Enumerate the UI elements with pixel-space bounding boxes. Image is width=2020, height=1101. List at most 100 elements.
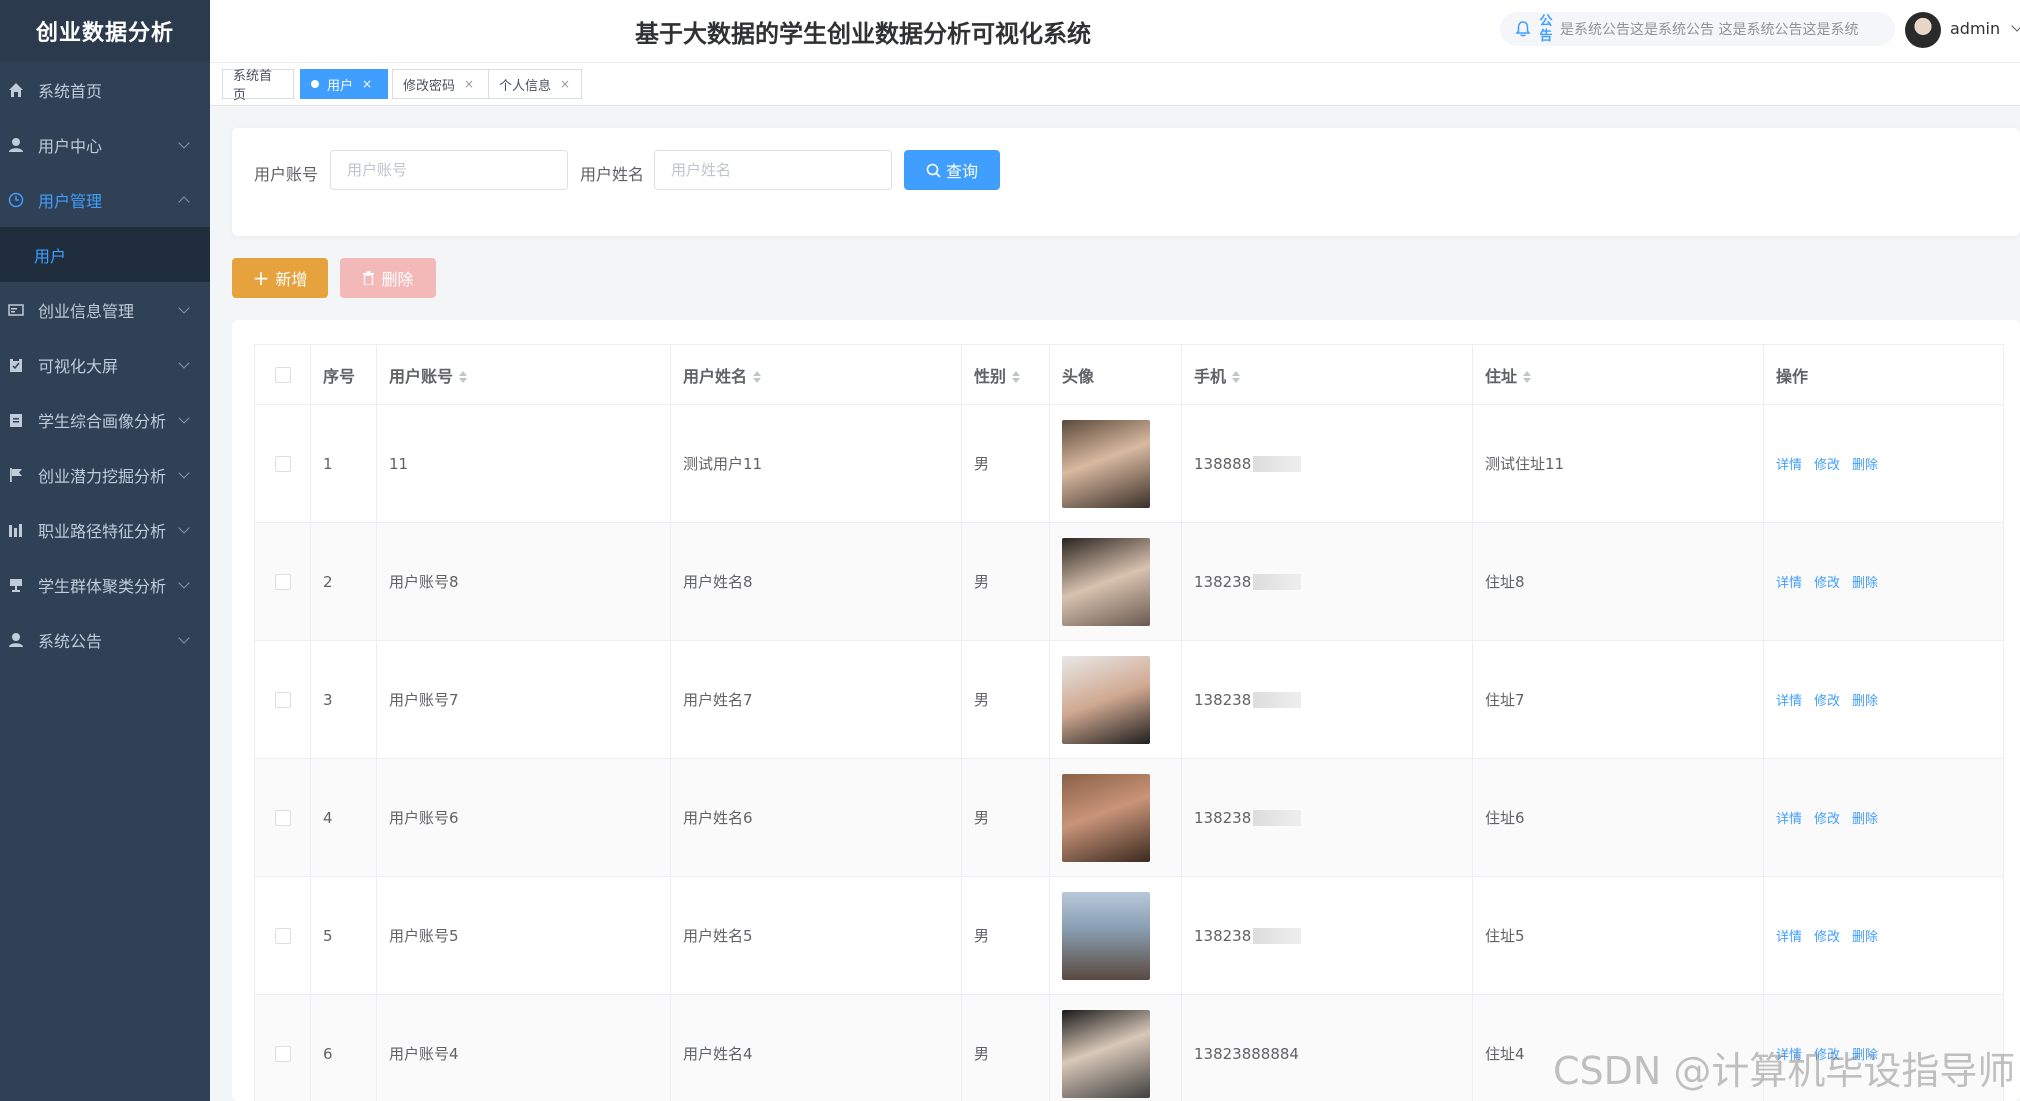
- detail-link[interactable]: 详情: [1776, 812, 1802, 827]
- cell-index: 2: [310, 522, 377, 641]
- user-photo[interactable]: [1062, 891, 1150, 980]
- add-button[interactable]: + 新增: [232, 258, 328, 298]
- sidebar-item-venture-potential[interactable]: 创业潜力挖掘分析: [0, 447, 210, 502]
- sidebar-item-label: 系统首页: [38, 81, 103, 101]
- delete-link[interactable]: 删除: [1852, 694, 1878, 709]
- cell-ops: 详情 修改 删除: [1763, 876, 2004, 995]
- delete-link[interactable]: 删除: [1852, 458, 1878, 473]
- close-icon[interactable]: ×: [464, 77, 474, 91]
- row-checkbox[interactable]: [274, 691, 291, 708]
- user-icon: [8, 632, 24, 648]
- table-row[interactable]: 4 用户账号6 用户姓名6 男 138238 住址6 详情 修改 删除: [254, 758, 2004, 877]
- tab-home[interactable]: 系统首页: [222, 69, 294, 103]
- blur-mask: [1253, 574, 1302, 590]
- header-phone[interactable]: 手机: [1181, 344, 1473, 405]
- table-row[interactable]: 3 用户账号7 用户姓名7 男 138238 住址7 详情 修改 删除: [254, 640, 2004, 759]
- active-dot-icon: [311, 80, 319, 88]
- cell-account: 用户账号7: [376, 640, 671, 759]
- header-label: 操作: [1776, 366, 1809, 386]
- delete-link[interactable]: 删除: [1852, 930, 1878, 945]
- user-photo[interactable]: [1062, 537, 1150, 626]
- edit-link[interactable]: 修改: [1814, 576, 1840, 591]
- user-photo[interactable]: [1062, 419, 1150, 508]
- row-select-cell[interactable]: [254, 640, 311, 759]
- row-checkbox[interactable]: [274, 927, 291, 944]
- row-checkbox[interactable]: [274, 1045, 291, 1062]
- table-row[interactable]: 5 用户账号5 用户姓名5 男 138238 住址5 详情 修改 删除: [254, 876, 2004, 995]
- row-select-cell[interactable]: [254, 404, 311, 523]
- user-photo[interactable]: [1062, 773, 1150, 862]
- sort-icon[interactable]: [459, 371, 468, 383]
- sidebar-item-venture-info[interactable]: 创业信息管理: [0, 282, 210, 337]
- user-table: 序号 用户账号 用户姓名 性别 头像 手机 住址 操作 1 11 测试用户11 男 13…: [254, 344, 2004, 1101]
- detail-link[interactable]: 详情: [1776, 576, 1802, 591]
- select-all-cell[interactable]: [254, 344, 311, 405]
- cell-address: 住址8: [1472, 522, 1764, 641]
- row-select-cell[interactable]: [254, 522, 311, 641]
- table-row[interactable]: 1 11 测试用户11 男 138888 测试住址11 详情 修改 删除: [254, 404, 2004, 523]
- cell-name: 用户姓名5: [670, 876, 962, 995]
- delete-link[interactable]: 删除: [1852, 812, 1878, 827]
- notice-label: 公告: [1539, 14, 1553, 44]
- close-icon[interactable]: ×: [560, 77, 570, 91]
- sidebar-item-label: 职业路径特征分析: [38, 521, 167, 541]
- row-checkbox[interactable]: [274, 809, 291, 826]
- delete-button[interactable]: 删除: [340, 258, 436, 298]
- cell-index: 5: [310, 876, 377, 995]
- name-search-input[interactable]: [654, 150, 892, 190]
- row-checkbox[interactable]: [274, 455, 291, 472]
- query-button[interactable]: 查询: [904, 150, 1000, 190]
- tab-label: 系统首页: [233, 69, 273, 103]
- header-label: 用户账号: [389, 366, 454, 386]
- close-icon[interactable]: ×: [362, 77, 372, 91]
- header-gender[interactable]: 性别: [961, 344, 1050, 405]
- sidebar-item-group-clustering[interactable]: 学生群体聚类分析: [0, 557, 210, 612]
- cell-ops: 详情 修改 删除: [1763, 404, 2004, 523]
- detail-link[interactable]: 详情: [1776, 930, 1802, 945]
- delete-link[interactable]: 删除: [1852, 576, 1878, 591]
- cell-address: 测试住址11: [1472, 404, 1764, 523]
- chevron-down-icon[interactable]: [2011, 20, 2020, 32]
- cell-account: 11: [376, 404, 671, 523]
- sidebar-item-home[interactable]: 系统首页: [0, 62, 210, 117]
- detail-link[interactable]: 详情: [1776, 694, 1802, 709]
- sidebar-item-user-center[interactable]: 用户中心: [0, 117, 210, 172]
- sort-icon[interactable]: [1012, 371, 1021, 383]
- tab-profile[interactable]: 个人信息 ×: [488, 69, 582, 99]
- header-account[interactable]: 用户账号: [376, 344, 671, 405]
- sidebar-item-career-path[interactable]: 职业路径特征分析: [0, 502, 210, 557]
- edit-link[interactable]: 修改: [1814, 458, 1840, 473]
- header-name[interactable]: 用户姓名: [670, 344, 962, 405]
- cell-phone: 138238: [1181, 876, 1473, 995]
- cell-gender: 男: [961, 404, 1050, 523]
- sidebar-item-dashboard[interactable]: 可视化大屏: [0, 337, 210, 392]
- table-row[interactable]: 2 用户账号8 用户姓名8 男 138238 住址8 详情 修改 删除: [254, 522, 2004, 641]
- sort-icon[interactable]: [1232, 371, 1241, 383]
- username[interactable]: admin: [1950, 19, 2000, 38]
- edit-link[interactable]: 修改: [1814, 930, 1840, 945]
- row-select-cell[interactable]: [254, 876, 311, 995]
- sidebar-item-student-profile[interactable]: 学生综合画像分析: [0, 392, 210, 447]
- sidebar-subitem-user[interactable]: 用户: [0, 227, 210, 282]
- select-all-checkbox[interactable]: [274, 366, 291, 383]
- avatar[interactable]: [1905, 12, 1941, 48]
- row-select-cell[interactable]: [254, 758, 311, 877]
- cell-name: 用户姓名7: [670, 640, 962, 759]
- user-photo[interactable]: [1062, 1009, 1150, 1098]
- row-select-cell[interactable]: [254, 994, 311, 1101]
- account-label: 用户账号: [254, 165, 319, 184]
- sidebar-item-user-management[interactable]: 用户管理: [0, 172, 210, 227]
- edit-link[interactable]: 修改: [1814, 694, 1840, 709]
- tab-user[interactable]: 用户 ×: [300, 69, 388, 99]
- header-address[interactable]: 住址: [1472, 344, 1764, 405]
- sort-icon[interactable]: [1523, 371, 1532, 383]
- sort-icon[interactable]: [753, 371, 762, 383]
- sidebar-item-announcement[interactable]: 系统公告: [0, 612, 210, 667]
- edit-link[interactable]: 修改: [1814, 812, 1840, 827]
- user-photo[interactable]: [1062, 655, 1150, 744]
- tab-change-password[interactable]: 修改密码 ×: [392, 69, 492, 99]
- account-search-input[interactable]: [330, 150, 568, 190]
- row-checkbox[interactable]: [274, 573, 291, 590]
- detail-link[interactable]: 详情: [1776, 458, 1802, 473]
- notice-bar[interactable]: 公告 是系统公告这是系统公告 这是系统公告这是系统: [1500, 12, 1895, 46]
